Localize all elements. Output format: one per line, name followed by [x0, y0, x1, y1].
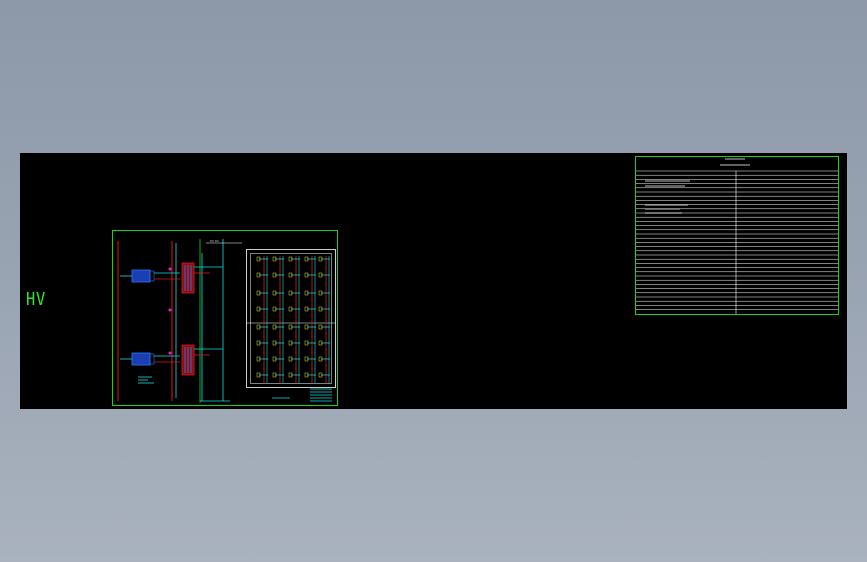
legend-block: [310, 388, 332, 402]
schematic-sheet[interactable]: ▭ ▭: [112, 230, 338, 406]
supply-tag: ▭ ▭: [210, 238, 219, 243]
drawing-svg: ▭ ▭: [112, 156, 839, 406]
cad-model-space[interactable]: HV ▭ ▭: [20, 153, 847, 409]
riser-grid[interactable]: [246, 249, 336, 388]
schedule-table[interactable]: [635, 156, 839, 315]
